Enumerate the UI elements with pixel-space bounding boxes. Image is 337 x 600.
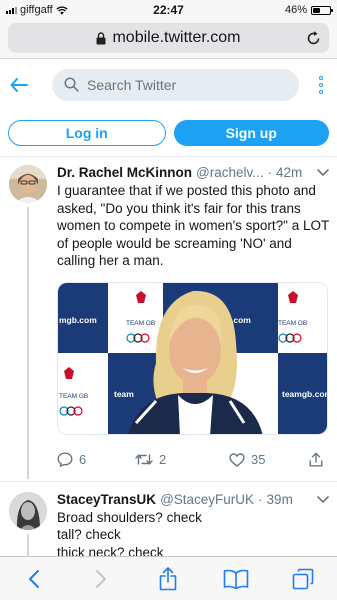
media-brand-mid: .com	[231, 314, 251, 325]
login-button[interactable]: Log in	[8, 120, 166, 146]
heart-icon	[229, 452, 245, 467]
status-left: giffgaff	[6, 4, 68, 16]
reply-button[interactable]: 6	[57, 452, 135, 467]
thread-line	[27, 207, 29, 479]
browser-toolbar	[0, 556, 337, 600]
battery-percent: 46%	[284, 4, 307, 16]
tweet-text: I guarantee that if we posted this photo…	[57, 183, 329, 268]
search-icon	[64, 77, 79, 92]
media-brand-right: teamgb.com	[282, 388, 328, 399]
retweet-count: 2	[159, 452, 167, 467]
author-name[interactable]: StaceyTransUK	[57, 492, 156, 507]
reload-icon[interactable]	[306, 30, 321, 46]
lock-icon	[96, 31, 106, 45]
like-button[interactable]: 35	[229, 452, 309, 467]
browser-forward-icon[interactable]	[81, 564, 121, 594]
tweet-time[interactable]: 42m	[276, 165, 302, 180]
auth-row: Log in Sign up	[0, 110, 337, 157]
search-input[interactable]	[87, 76, 247, 93]
reply-count: 6	[79, 452, 87, 467]
tweet-time[interactable]: 39m	[267, 492, 293, 507]
author-handle[interactable]: @rachelv...	[196, 165, 263, 180]
twitter-header	[0, 58, 337, 110]
chevron-down-icon[interactable]	[313, 169, 329, 177]
retweet-icon	[135, 454, 153, 465]
tweet-body: Dr. Rachel McKinnon @rachelv... · 42m I …	[48, 165, 329, 479]
tweet-header: StaceyTransUK @StaceyFurUK · 39m	[57, 492, 329, 507]
browser-chrome: mobile.twitter.com	[0, 20, 337, 58]
tweet-photo[interactable]: mgb.com .com TEAM GB TEAM GB TEAM GB tea…	[57, 281, 328, 435]
tweet-header: Dr. Rachel McKinnon @rachelv... · 42m	[57, 165, 329, 180]
browser-share-icon[interactable]	[148, 564, 188, 594]
bookmarks-icon[interactable]	[216, 564, 256, 594]
avatar[interactable]	[9, 165, 47, 203]
media-team-gb-1: TEAM GB	[126, 319, 156, 327]
share-icon	[309, 452, 323, 467]
battery-icon	[311, 5, 333, 15]
tweet[interactable]: Dr. Rachel McKinnon @rachelv... · 42m I …	[0, 157, 337, 479]
status-bar: giffgaff 22:47 46%	[0, 0, 337, 20]
author-name[interactable]: Dr. Rachel McKinnon	[57, 165, 192, 180]
reply-icon	[57, 452, 73, 467]
like-count: 35	[251, 452, 266, 467]
signal-icon	[6, 6, 17, 14]
retweet-button[interactable]: 2	[135, 452, 229, 467]
wifi-icon	[56, 5, 68, 14]
share-button[interactable]	[309, 452, 323, 467]
tweet-left-column	[8, 165, 48, 479]
separator-dot: ·	[258, 491, 263, 507]
avatar[interactable]	[9, 491, 47, 530]
back-arrow-icon[interactable]	[10, 77, 40, 92]
signup-button[interactable]: Sign up	[173, 120, 329, 146]
media-team-short: team	[114, 388, 134, 399]
chevron-down-icon[interactable]	[313, 495, 329, 504]
media-brand-left: mgb.com	[59, 314, 97, 325]
browser-back-icon[interactable]	[14, 564, 54, 594]
author-handle[interactable]: @StaceyFurUK	[160, 492, 254, 507]
search-box[interactable]	[52, 68, 299, 101]
separator-dot: ·	[267, 165, 273, 180]
more-options-icon[interactable]	[315, 75, 327, 94]
address-bar[interactable]: mobile.twitter.com	[8, 23, 329, 53]
status-right: 46%	[284, 4, 333, 16]
tweet-actions: 6 2 35	[57, 441, 329, 479]
carrier-label: giffgaff	[20, 4, 53, 16]
tabs-icon[interactable]	[283, 564, 323, 594]
media-team-gb-2: TEAM GB	[278, 319, 308, 327]
url-text: mobile.twitter.com	[112, 29, 241, 46]
media-team-gb-3: TEAM GB	[59, 392, 89, 400]
